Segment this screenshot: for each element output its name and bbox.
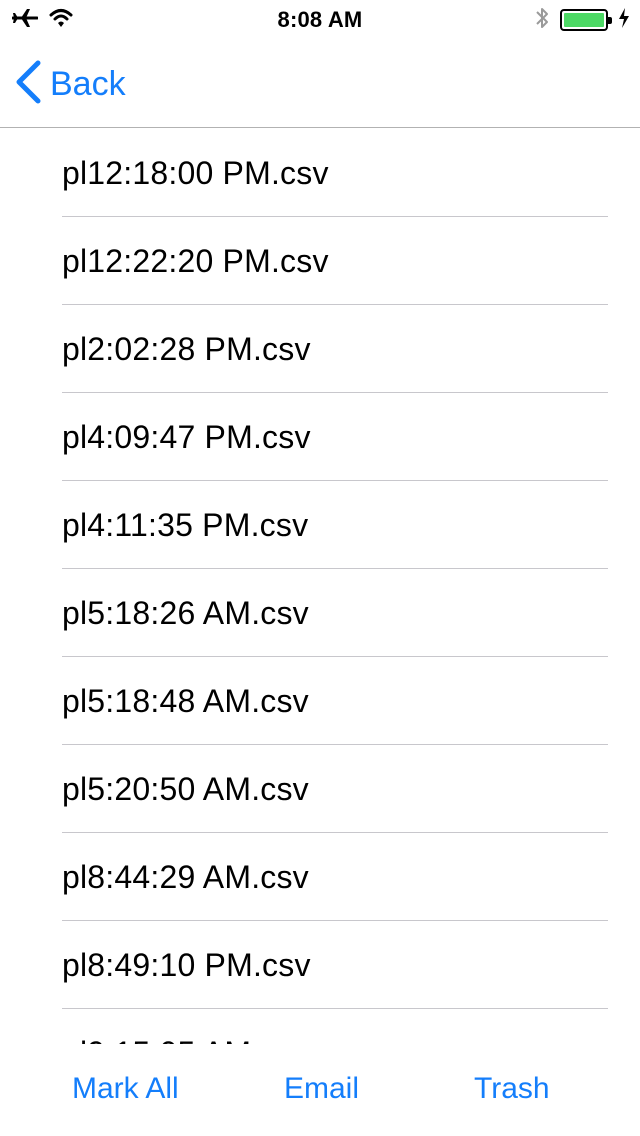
- file-name: pl5:18:48 AM.csv: [62, 682, 309, 719]
- battery-tip: [608, 17, 612, 24]
- file-name: pl9:15:05 AM.csv: [62, 1035, 309, 1045]
- email-button[interactable]: Email: [284, 1072, 359, 1106]
- status-right: [534, 6, 630, 34]
- bluetooth-icon: [534, 5, 550, 36]
- list-item[interactable]: pl12:18:00 PM.csv: [0, 129, 640, 217]
- list-item[interactable]: pl12:22:20 PM.csv: [0, 217, 640, 305]
- battery-level-fill: [564, 13, 604, 27]
- file-name: pl4:09:47 PM.csv: [62, 418, 311, 455]
- list-item[interactable]: pl8:49:10 PM.csv: [0, 921, 640, 1009]
- mark-all-button[interactable]: Mark All: [72, 1072, 179, 1106]
- bottom-toolbar: Mark All Email Trash: [0, 1044, 640, 1136]
- file-name: pl12:18:00 PM.csv: [62, 154, 329, 191]
- list-item[interactable]: pl5:18:26 AM.csv: [0, 569, 640, 657]
- list-item[interactable]: pl5:20:50 AM.csv: [0, 745, 640, 833]
- navigation-bar: Back: [0, 40, 640, 128]
- file-name: pl2:02:28 PM.csv: [62, 330, 311, 367]
- file-name: pl5:20:50 AM.csv: [62, 770, 309, 807]
- file-name: pl8:44:29 AM.csv: [62, 858, 309, 895]
- list-item[interactable]: pl9:15:05 AM.csv: [0, 1009, 640, 1045]
- list-item[interactable]: pl2:02:28 PM.csv: [0, 305, 640, 393]
- charging-bolt-icon: [618, 7, 630, 33]
- chevron-left-icon: [14, 60, 42, 109]
- screen: 8:08 AM Back pl12:18:00 PM.csv pl12:22:2…: [0, 0, 640, 1136]
- file-name: pl8:49:10 PM.csv: [62, 946, 311, 983]
- file-name: pl12:22:20 PM.csv: [62, 242, 329, 279]
- list-item[interactable]: pl5:18:48 AM.csv: [0, 657, 640, 745]
- file-list: pl12:18:00 PM.csv pl12:22:20 PM.csv pl2:…: [0, 129, 640, 1044]
- trash-button[interactable]: Trash: [474, 1072, 550, 1106]
- file-name: pl4:11:35 PM.csv: [62, 506, 309, 543]
- back-button[interactable]: Back: [14, 60, 126, 108]
- battery-icon: [560, 9, 612, 31]
- list-item[interactable]: pl4:11:35 PM.csv: [0, 481, 640, 569]
- list-item[interactable]: pl4:09:47 PM.csv: [0, 393, 640, 481]
- list-item[interactable]: pl8:44:29 AM.csv: [0, 833, 640, 921]
- file-name: pl5:18:26 AM.csv: [62, 594, 309, 631]
- back-label: Back: [50, 64, 126, 103]
- status-bar: 8:08 AM: [0, 0, 640, 40]
